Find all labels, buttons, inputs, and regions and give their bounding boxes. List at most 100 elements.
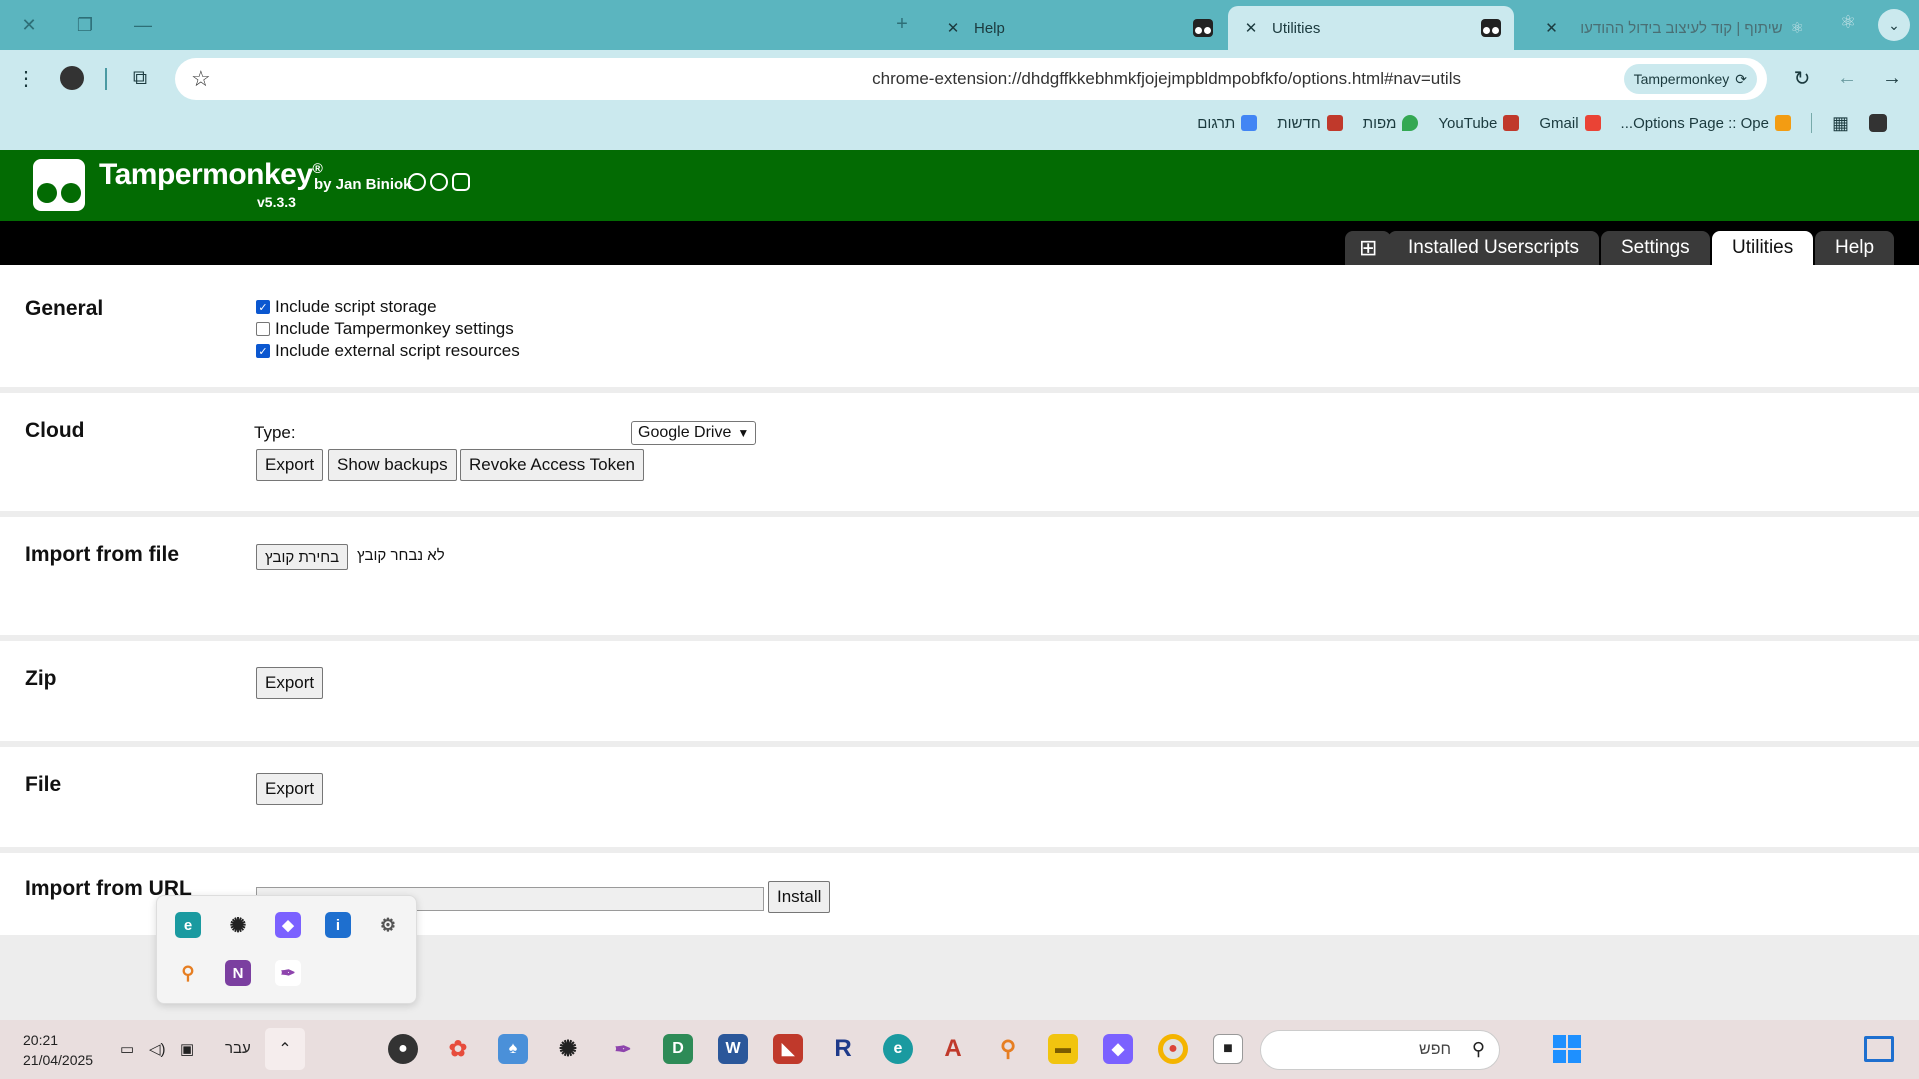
tab-help[interactable]: Help [1815,231,1895,265]
tab-sharing[interactable]: ⚛ שיתוף | קוד לעיצוב בידול ההודעו ✕ [1516,6,1816,50]
profile-avatar[interactable] [54,60,90,96]
bookmark-star-icon[interactable]: ☆ [191,66,211,92]
section-title: Import from file [25,543,180,566]
d-app-icon[interactable]: D [663,1034,693,1064]
react-favicon-icon[interactable]: ⚛ [1840,12,1856,33]
url-text[interactable]: chrome-extension://dhdgffkkebhmkfjojejmp… [872,69,1461,89]
tab-search-button[interactable]: ⌄ [1878,9,1910,41]
cloud-type-label: Type: [254,423,296,442]
window-app-icon[interactable]: ■ [1213,1034,1243,1064]
back-arrow-icon[interactable]: ← [1829,60,1865,96]
tray-chevron-icon[interactable]: ⌃ [265,1028,305,1070]
section-title: Cloud [25,419,85,442]
clock[interactable]: 20:21 21/04/2025 [23,1030,93,1070]
word-icon[interactable]: W [718,1034,748,1064]
bookmark-label: Gmail [1539,114,1579,132]
file-export-button[interactable]: Export [256,773,324,805]
search-tool-icon[interactable]: ⚲ [175,960,201,986]
bookmark-label: חדשות [1277,114,1321,132]
onenote-icon[interactable]: N [225,960,251,986]
photos-pinwheel-icon[interactable]: ✿ [443,1034,473,1064]
file-explorer-icon[interactable]: ▬ [1048,1034,1078,1064]
settings-gear-icon[interactable]: ⚙ [375,912,401,938]
input-language[interactable]: עבר [225,1040,251,1057]
tab-installed-userscripts[interactable]: Installed Userscripts [1388,231,1600,265]
checkbox-unchecked-icon[interactable] [256,322,270,336]
acrobat-icon[interactable]: A [938,1034,968,1064]
bookmark-label: תרגום [1197,114,1236,132]
show-backups-button[interactable]: Show backups [328,449,457,481]
search-app-icon[interactable]: ⚲ [993,1034,1023,1064]
bookmark-label: Options Page :: Ope... [1620,114,1769,132]
menu-kebab-icon[interactable]: ⋮ [8,60,44,96]
time-text: 20:21 [23,1032,59,1048]
copilot-app-icon[interactable]: ◆ [1103,1034,1133,1064]
bookmark-item[interactable]: Options Page :: Ope... [1621,115,1791,132]
close-window-button[interactable]: ✕ [14,12,44,38]
bookmark-item[interactable]: תרגום [1197,114,1258,132]
show-desktop-icon[interactable] [1864,1036,1894,1062]
extension-chip[interactable]: Tampermonkey ⟳ [1623,64,1757,94]
apps-grid-icon[interactable]: ▦ [1832,113,1849,134]
option-label: Include Tampermonkey settings [275,319,514,338]
chatgpt-icon[interactable]: ✺ [225,912,251,938]
system-tray-overflow: e ✺ ◆ i ⚙ ⚲ N ✒ [156,895,417,1004]
checkbox-checked-icon[interactable]: ✓ [256,344,270,358]
chrome-profile-app-icon[interactable]: ● [388,1034,418,1064]
bookmark-item[interactable]: YouTube [1438,115,1520,132]
minimize-window-button[interactable]: — [128,12,158,38]
chrome-icon[interactable]: ● [1158,1034,1188,1064]
zip-export-button[interactable]: Export [256,667,324,699]
revoke-token-button[interactable]: Revoke Access Token [460,449,644,481]
red-app-icon[interactable]: ◣ [773,1034,803,1064]
new-tab-button[interactable]: + [888,10,916,38]
instagram-icon[interactable] [452,173,470,191]
youtube-icon [1503,115,1520,131]
search-placeholder: חפש [1419,1041,1451,1058]
bookmark-item[interactable]: חדשות [1277,114,1343,132]
battery-icon[interactable]: ▭ [120,1040,134,1058]
network-icon[interactable]: ▣ [180,1040,194,1058]
solitaire-icon[interactable]: ♠ [498,1034,528,1064]
tampermonkey-logo-icon[interactable] [33,159,85,211]
info-icon[interactable]: i [325,912,351,938]
reading-list-icon[interactable] [1869,114,1887,132]
option-include-tampermonkey-settings[interactable]: Include Tampermonkey settings [256,319,514,339]
cloud-type-select[interactable]: Google Drive ▼ [631,421,757,445]
cloud-export-button[interactable]: Export [256,449,324,481]
quill-pen-icon[interactable]: ✒ [275,960,301,986]
edge-icon[interactable]: e [883,1034,913,1064]
restore-window-button[interactable]: ❐ [70,12,100,38]
option-include-script-storage[interactable]: ✓ Include script storage [256,297,437,317]
option-include-external-resources[interactable]: ✓ Include external script resources [256,341,520,361]
revit-icon[interactable]: R [828,1034,858,1064]
tab-help[interactable]: ✕ Help [930,6,1226,50]
address-bar[interactable]: ☆ chrome-extension://dhdgffkkebhmkfjojej… [175,58,1767,100]
bookmark-item[interactable]: מפות [1363,115,1419,132]
author-credit: by Jan Biniok [314,176,412,193]
bookmark-item[interactable]: Gmail [1539,114,1601,132]
close-tab-icon[interactable]: ✕ [1541,19,1563,37]
choose-file-button[interactable]: בחירת קובץ [256,544,349,570]
new-script-button[interactable]: ⊞ [1345,231,1392,265]
reload-icon[interactable]: ↻ [1784,60,1820,96]
extensions-puzzle-icon[interactable]: ⧉ [122,60,158,96]
quill-app-icon[interactable]: ✒ [608,1034,638,1064]
section-file: File Export [0,747,1919,847]
volume-icon[interactable]: ◁) [149,1040,166,1058]
windows-start-icon[interactable] [1553,1035,1581,1063]
close-tab-icon[interactable]: ✕ [1240,19,1262,37]
tab-utilities[interactable]: ✕ Utilities [1228,6,1514,50]
taskbar-search-input[interactable]: חפש ⚲ [1260,1030,1500,1070]
install-button[interactable]: Install [768,881,831,913]
facebook-icon[interactable] [430,173,448,191]
forward-arrow-icon[interactable]: → [1874,60,1910,96]
github-icon[interactable] [408,173,426,191]
tab-settings[interactable]: Settings [1601,231,1710,265]
edge-beta-icon[interactable]: e [175,912,201,938]
chatgpt-app-icon[interactable]: ✺ [553,1034,583,1064]
copilot-icon[interactable]: ◆ [275,912,301,938]
close-tab-icon[interactable]: ✕ [942,19,964,37]
checkbox-checked-icon[interactable]: ✓ [256,300,270,314]
tab-utilities[interactable]: Utilities [1712,231,1814,265]
